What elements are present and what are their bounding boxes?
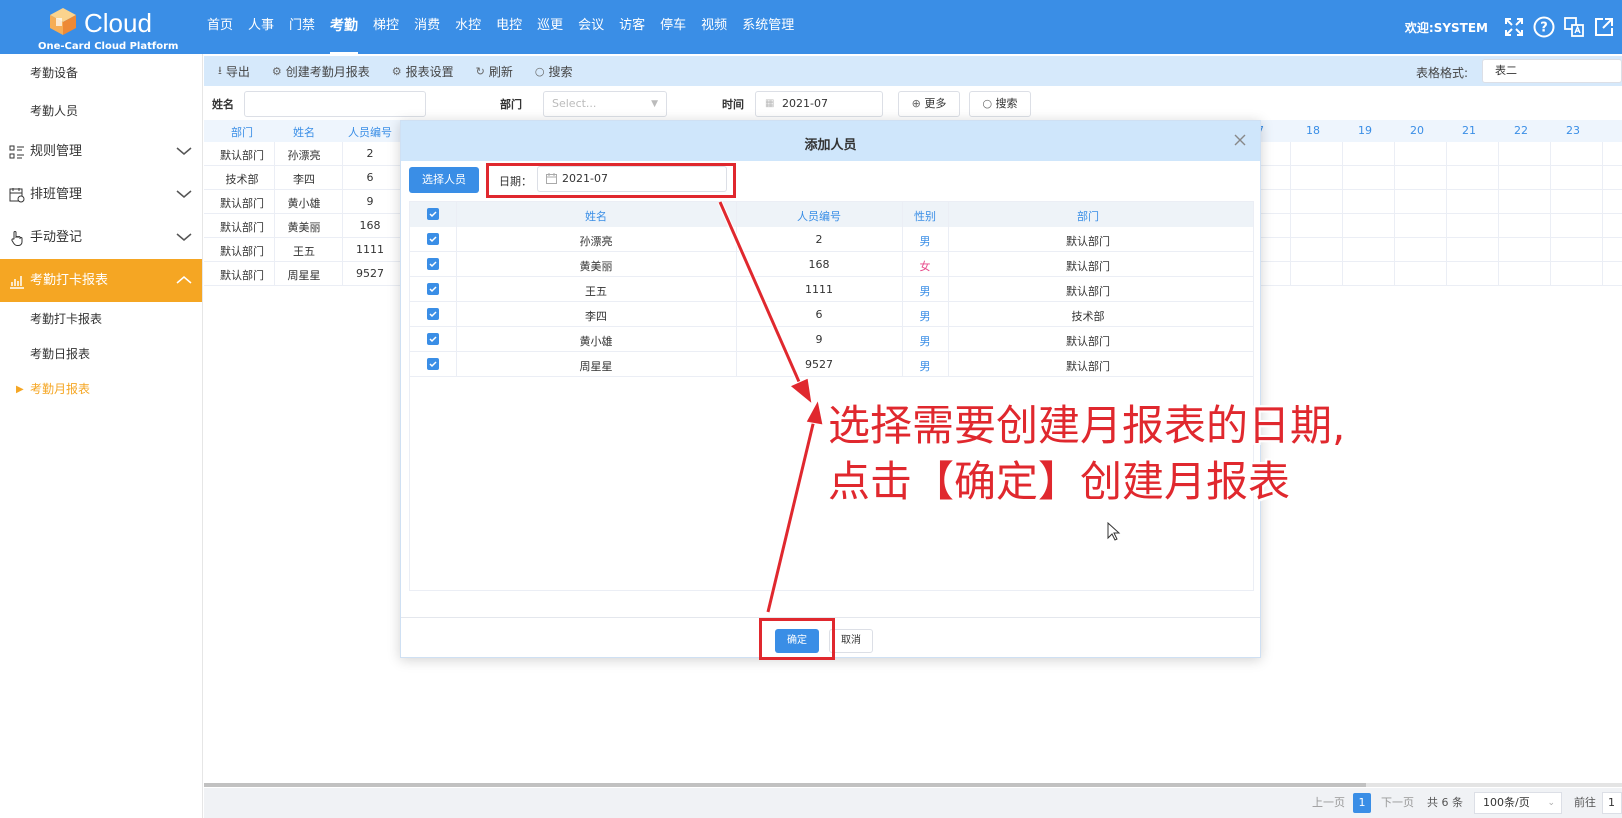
annotation-text: 选择需要创建月报表的日期, 点击【确定】创建月报表 [828,398,1345,510]
annotation-line-2: 点击【确定】创建月报表 [828,457,1291,506]
app-root: Cloud One-Card Cloud Platform 首页 人事 门禁 考… [0,0,1622,818]
mouse-cursor-icon [1107,522,1121,541]
annotation-line-1: 选择需要创建月报表的日期, [828,401,1346,450]
arrow-line [766,419,816,613]
arrow-line [718,201,802,385]
annotation-arrows [717,200,824,613]
arrow-head [789,377,813,406]
arrow-head [805,398,824,426]
